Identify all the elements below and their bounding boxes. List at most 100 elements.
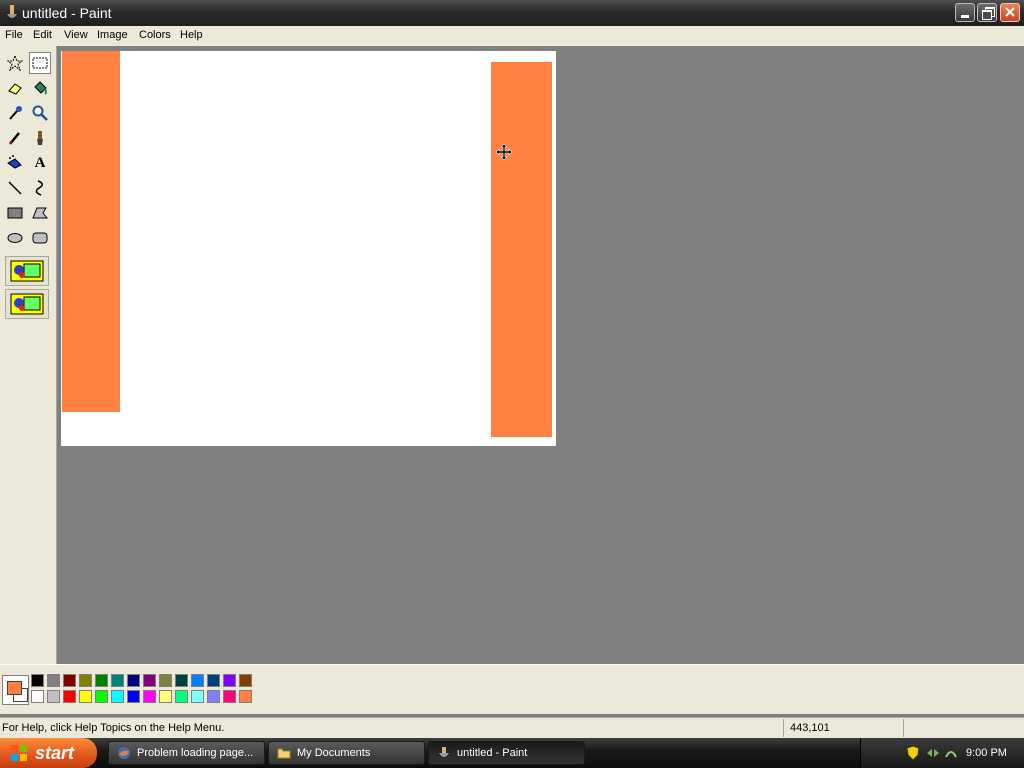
start-button[interactable]: start	[0, 738, 97, 768]
fill-tool[interactable]	[29, 77, 51, 99]
menu-image[interactable]: Image	[97, 29, 128, 41]
palette-color-swatch[interactable]	[79, 674, 92, 687]
folder-icon	[277, 748, 291, 759]
free-form-select-tool[interactable]	[4, 52, 26, 74]
minimize-button[interactable]	[955, 3, 975, 22]
taskbar-item-firefox[interactable]: Problem loading page...	[108, 741, 265, 765]
palette-color-swatch[interactable]	[223, 674, 236, 687]
menu-help[interactable]: Help	[180, 29, 203, 41]
text-tool[interactable]: A	[29, 152, 51, 174]
palette-color-swatch[interactable]	[207, 690, 220, 703]
paint-bucket-icon	[34, 81, 47, 95]
palette-color-swatch[interactable]	[127, 674, 140, 687]
color-box	[0, 664, 1024, 714]
text-icon: A	[34, 154, 46, 171]
taskbar-item-label: Problem loading page...	[137, 747, 254, 759]
palette-color-swatch[interactable]	[239, 690, 252, 703]
palette-color-swatch[interactable]	[111, 674, 124, 687]
palette-color-swatch[interactable]	[47, 674, 60, 687]
curve-tool[interactable]	[29, 177, 51, 199]
status-help-text: For Help, click Help Topics on the Help …	[2, 722, 225, 734]
restore-button[interactable]	[977, 3, 997, 22]
ellipse-tool[interactable]	[4, 227, 26, 249]
brush-icon	[37, 131, 43, 145]
palette-color-swatch[interactable]	[143, 690, 156, 703]
security-shield-icon[interactable]	[905, 745, 921, 761]
airbrush-tool[interactable]	[4, 152, 26, 174]
polygon-icon	[32, 207, 48, 219]
orange-rectangle-right[interactable]	[491, 62, 552, 437]
star-select-icon	[7, 55, 23, 71]
eraser-tool[interactable]	[4, 77, 26, 99]
eraser-icon	[8, 83, 22, 95]
tool-box: A	[0, 46, 57, 664]
clock: 9:00 PM	[966, 747, 1007, 759]
palette-color-swatch[interactable]	[31, 690, 44, 703]
close-icon	[1005, 7, 1015, 17]
minimize-icon	[961, 15, 969, 18]
rounded-rectangle-tool[interactable]	[29, 227, 51, 249]
palette-color-swatch[interactable]	[63, 674, 76, 687]
color-picker-icon	[9, 106, 22, 120]
palette-color-swatch[interactable]	[191, 674, 204, 687]
menu-view[interactable]: View	[64, 29, 88, 41]
palette-color-swatch[interactable]	[79, 690, 92, 703]
palette-color-swatch[interactable]	[95, 690, 108, 703]
menu-colors[interactable]: Colors	[139, 29, 171, 41]
taskbar-item-label: untitled - Paint	[457, 747, 528, 759]
pencil-icon	[9, 132, 20, 145]
tool-option-opaque[interactable]	[5, 256, 49, 286]
rectangle-tool[interactable]	[4, 202, 26, 224]
start-label: start	[35, 743, 75, 763]
paint-app-icon	[7, 5, 17, 18]
windows-logo-icon	[11, 745, 27, 761]
brush-tool[interactable]	[29, 127, 51, 149]
window-title: untitled - Paint	[22, 5, 112, 21]
title-bar: untitled - Paint	[0, 0, 1024, 26]
orange-rectangle-left[interactable]	[62, 51, 120, 412]
current-colors[interactable]	[2, 675, 29, 705]
palette-color-swatch[interactable]	[95, 674, 108, 687]
close-button[interactable]	[1000, 3, 1020, 22]
status-bar: For Help, click Help Topics on the Help …	[0, 717, 1024, 738]
palette-color-swatch[interactable]	[191, 690, 204, 703]
palette-color-swatch[interactable]	[47, 690, 60, 703]
opaque-selection-icon	[10, 260, 44, 282]
magnifier-tool[interactable]	[29, 102, 51, 124]
polygon-tool[interactable]	[29, 202, 51, 224]
rect-select-icon	[32, 57, 48, 69]
pick-color-tool[interactable]	[4, 102, 26, 124]
palette-color-swatch[interactable]	[111, 690, 124, 703]
palette-color-swatch[interactable]	[63, 690, 76, 703]
drawing-canvas[interactable]	[61, 51, 556, 446]
palette-color-swatch[interactable]	[175, 690, 188, 703]
taskbar: start Problem loading page... My Documen…	[0, 738, 1024, 768]
rectangle-icon	[7, 207, 23, 219]
rounded-rect-icon	[32, 232, 48, 244]
menu-edit[interactable]: Edit	[33, 29, 52, 41]
palette-color-swatch[interactable]	[31, 674, 44, 687]
tool-option-transparent[interactable]	[5, 289, 49, 319]
curve-icon	[35, 180, 43, 196]
taskbar-item-my-documents[interactable]: My Documents	[268, 741, 425, 765]
status-size-cell	[903, 719, 1024, 737]
wireless-icon[interactable]	[943, 745, 959, 761]
foreground-color-swatch	[7, 681, 22, 695]
palette-color-swatch[interactable]	[239, 674, 252, 687]
pencil-tool[interactable]	[4, 127, 26, 149]
paint-icon	[439, 747, 449, 757]
magnifier-icon	[32, 105, 48, 121]
menu-file[interactable]: File	[5, 29, 23, 41]
palette-color-swatch[interactable]	[159, 674, 172, 687]
taskbar-item-paint[interactable]: untitled - Paint	[428, 741, 585, 765]
palette-color-swatch[interactable]	[207, 674, 220, 687]
select-tool[interactable]	[29, 52, 51, 74]
palette-color-swatch[interactable]	[143, 674, 156, 687]
network-icon[interactable]	[925, 745, 941, 761]
line-icon	[8, 181, 22, 195]
palette-color-swatch[interactable]	[223, 690, 236, 703]
palette-color-swatch[interactable]	[127, 690, 140, 703]
palette-color-swatch[interactable]	[175, 674, 188, 687]
line-tool[interactable]	[4, 177, 26, 199]
palette-color-swatch[interactable]	[159, 690, 172, 703]
